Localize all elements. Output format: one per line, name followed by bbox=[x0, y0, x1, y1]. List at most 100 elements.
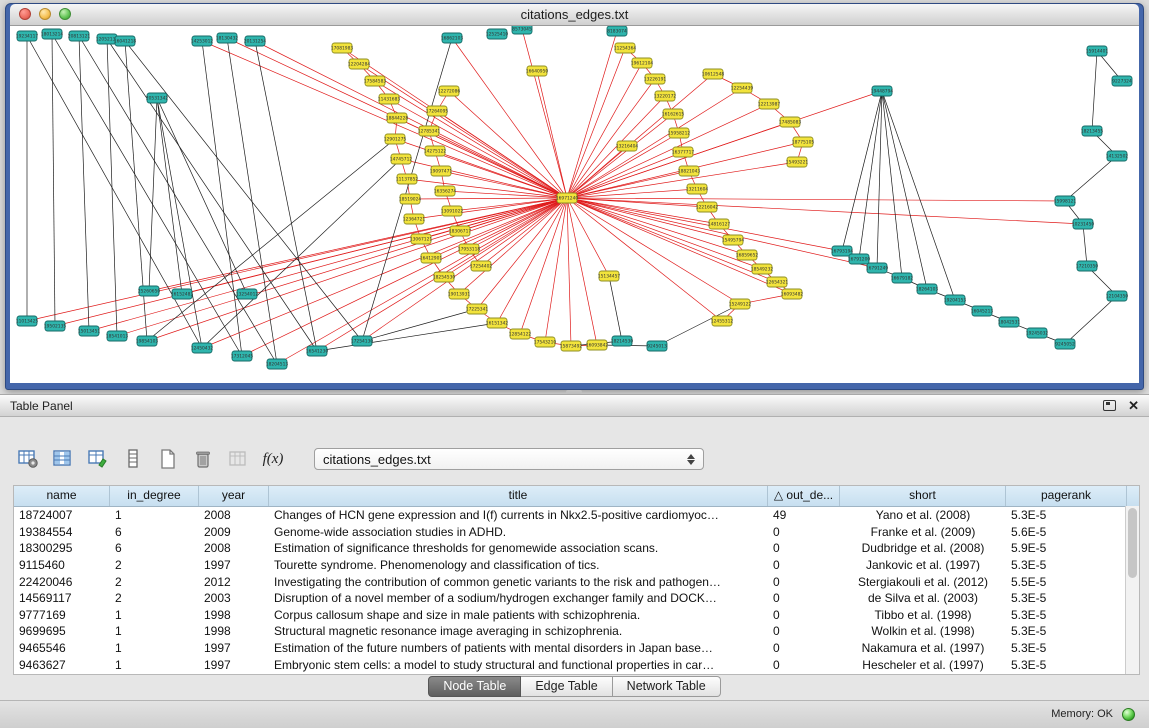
graph-node[interactable]: 13091022 bbox=[441, 206, 464, 216]
graph-node[interactable]: 18204513 bbox=[266, 359, 289, 369]
table-row[interactable]: 1872400712008Changes of HCN gene express… bbox=[14, 507, 1139, 524]
graph-node[interactable]: 16791200 bbox=[848, 254, 871, 264]
graph-node[interactable]: 16041218 bbox=[114, 36, 137, 46]
graph-node[interactable]: 18821043 bbox=[678, 166, 701, 176]
graph-node[interactable]: 9245052 bbox=[1055, 339, 1075, 349]
graph-node[interactable]: 12785341 bbox=[418, 126, 441, 136]
graph-node[interactable]: 18013214 bbox=[41, 29, 64, 39]
scrollbar-thumb[interactable] bbox=[1128, 508, 1137, 578]
edit-table-icon[interactable] bbox=[86, 447, 110, 471]
graph-node[interactable]: 10231450 bbox=[1072, 219, 1095, 229]
graph-node[interactable]: 15958212 bbox=[668, 128, 691, 138]
graph-node[interactable]: 11013425 bbox=[16, 316, 39, 326]
graph-node[interactable]: 17312045 bbox=[231, 351, 254, 361]
table-row[interactable]: 2242004622012Investigating the contribut… bbox=[14, 573, 1139, 590]
table-row[interactable]: 946362711997Embryonic stem cells: a mode… bbox=[14, 656, 1139, 673]
graph-node[interactable]: 12254439 bbox=[731, 83, 754, 93]
graph-node[interactable]: 9245013 bbox=[647, 341, 667, 351]
delete-trash-icon[interactable] bbox=[191, 447, 215, 471]
graph-node[interactable]: 13067121 bbox=[410, 234, 433, 244]
table-selector-dropdown[interactable]: citations_edges.txt bbox=[314, 448, 704, 470]
graph-node[interactable]: 19204153 bbox=[944, 295, 967, 305]
graph-node[interactable]: 16093842 bbox=[586, 340, 609, 350]
function-fx-icon[interactable]: f(x) bbox=[261, 447, 285, 471]
graph-node[interactable]: 13211604 bbox=[686, 184, 709, 194]
graph-node[interactable]: 17953118 bbox=[458, 244, 481, 254]
zoom-window-button[interactable] bbox=[59, 8, 71, 20]
graph-node[interactable]: 12901275 bbox=[384, 134, 407, 144]
graph-node[interactable]: 18254530 bbox=[433, 272, 456, 282]
table-row[interactable]: 1456911722003Disruption of a novel membe… bbox=[14, 590, 1139, 607]
graph-node[interactable]: 18519024 bbox=[399, 194, 422, 204]
graph-node[interactable]: 8573045 bbox=[512, 26, 532, 34]
column-header-out_de[interactable]: △ out_de... bbox=[768, 486, 840, 506]
column-header-name[interactable]: name bbox=[14, 486, 110, 506]
graph-node[interactable]: 14132502 bbox=[1106, 151, 1129, 161]
graph-node[interactable]: 16152483 bbox=[171, 289, 194, 299]
graph-node[interactable]: 17485083 bbox=[779, 117, 802, 127]
graph-node[interactable]: 19013931 bbox=[448, 289, 471, 299]
tab-network-table[interactable]: Network Table bbox=[613, 676, 721, 697]
graph-node[interactable]: 16971240 bbox=[556, 193, 579, 203]
graph-node[interactable]: 16356274 bbox=[434, 186, 457, 196]
graph-node[interactable]: 15873492 bbox=[560, 341, 583, 351]
new-document-icon[interactable] bbox=[156, 447, 180, 471]
graph-node[interactable]: 25260650 bbox=[138, 286, 161, 296]
graph-node[interactable]: 13216404 bbox=[616, 141, 639, 151]
column-header-pagerank[interactable]: pagerank bbox=[1006, 486, 1127, 506]
graph-node[interactable]: 16862103 bbox=[441, 33, 464, 43]
graph-node[interactable]: 11137852 bbox=[396, 174, 419, 184]
graph-node[interactable]: 20813121 bbox=[68, 31, 91, 41]
graph-node[interactable]: 12854122 bbox=[509, 329, 532, 339]
graph-node[interactable]: 16541230 bbox=[306, 346, 329, 356]
graph-node[interactable]: 15249122 bbox=[729, 299, 752, 309]
graph-node[interactable]: 18549232 bbox=[751, 264, 774, 274]
graph-node[interactable]: 15998121 bbox=[1054, 196, 1077, 206]
graph-node[interactable]: 12272086 bbox=[438, 86, 461, 96]
import-table-icon[interactable] bbox=[226, 447, 250, 471]
column-header-in_degree[interactable]: in_degree bbox=[110, 486, 199, 506]
graph-node[interactable]: 20131254 bbox=[244, 36, 267, 46]
column-header-title[interactable]: title bbox=[269, 486, 768, 506]
table-row[interactable]: 1830029562008Estimation of significance … bbox=[14, 540, 1139, 557]
graph-node[interactable]: 18306717 bbox=[449, 226, 472, 236]
graph-node[interactable]: 17081983 bbox=[331, 43, 354, 53]
graph-node[interactable]: 16791249 bbox=[866, 263, 889, 273]
graph-node[interactable]: 14816127 bbox=[708, 219, 731, 229]
table-row[interactable]: 1938455462009Genome-wide association stu… bbox=[14, 524, 1139, 541]
graph-node[interactable]: 12450432 bbox=[191, 343, 214, 353]
graph-node[interactable]: 19502135 bbox=[44, 321, 67, 331]
graph-node[interactable]: 13226191 bbox=[644, 74, 667, 84]
graph-node[interactable]: 16093482 bbox=[781, 289, 804, 299]
graph-node[interactable]: 13254012 bbox=[236, 289, 259, 299]
graph-node[interactable]: 16377717 bbox=[672, 147, 695, 157]
table-row[interactable]: 946554611997Estimation of the future num… bbox=[14, 640, 1139, 657]
graph-node[interactable]: 13220172 bbox=[654, 91, 677, 101]
graph-node[interactable]: 16045213 bbox=[971, 306, 994, 316]
row-list-icon[interactable] bbox=[121, 447, 145, 471]
graph-node[interactable]: 19245032 bbox=[1026, 328, 1049, 338]
table-row[interactable]: 969969511998Structural magnetic resonanc… bbox=[14, 623, 1139, 640]
graph-node[interactable]: 18844228 bbox=[386, 113, 409, 123]
graph-node[interactable]: 8183074 bbox=[607, 26, 627, 36]
graph-node[interactable]: 17254130 bbox=[351, 336, 374, 346]
graph-node[interactable]: 19612104 bbox=[631, 58, 654, 68]
graph-node[interactable]: 17225341 bbox=[466, 304, 489, 314]
graph-node[interactable]: 19234117 bbox=[16, 31, 39, 41]
table-row[interactable]: 911546021997Tourette syndrome. Phenomeno… bbox=[14, 557, 1139, 574]
graph-node[interactable]: 20531342 bbox=[146, 93, 169, 103]
graph-node[interactable]: 15914401 bbox=[1086, 46, 1109, 56]
graph-node[interactable]: 15495794 bbox=[722, 235, 745, 245]
graph-node[interactable]: 14275122 bbox=[424, 146, 447, 156]
graph-node[interactable]: 12213987 bbox=[758, 99, 781, 109]
graph-node[interactable]: 16162615 bbox=[662, 109, 685, 119]
graph-node[interactable]: 17254402 bbox=[470, 261, 493, 271]
graph-node[interactable]: 18214530 bbox=[611, 336, 634, 346]
table-settings-icon[interactable] bbox=[16, 447, 40, 471]
minimize-window-button[interactable] bbox=[39, 8, 51, 20]
close-panel-icon[interactable]: ✕ bbox=[1128, 399, 1139, 412]
graph-node[interactable]: 14253012 bbox=[191, 36, 214, 46]
graph-node[interactable]: 16640950 bbox=[526, 66, 549, 76]
graph-node[interactable]: 9227324 bbox=[1112, 76, 1132, 86]
graph-node[interactable]: 12364721 bbox=[403, 214, 426, 224]
